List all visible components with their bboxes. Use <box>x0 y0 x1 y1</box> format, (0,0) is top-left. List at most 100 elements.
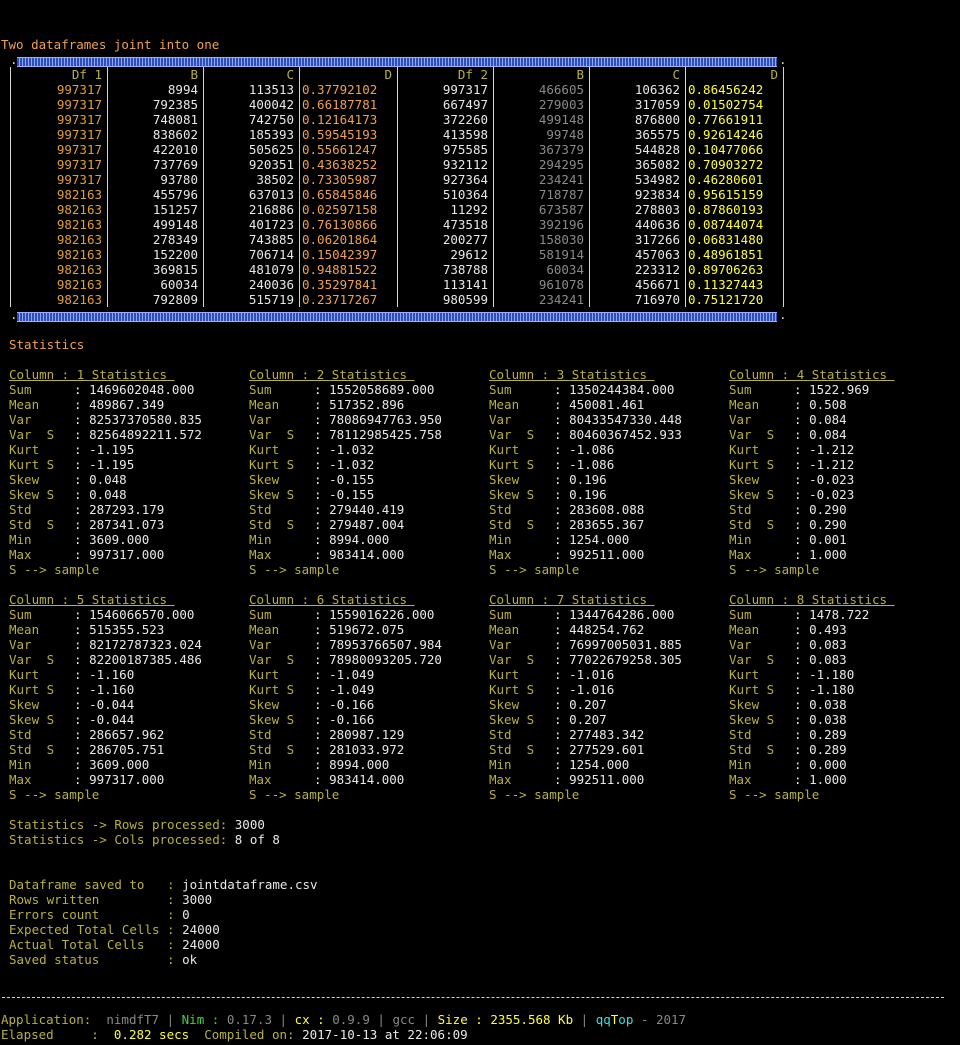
table-cell: 0.73305987 <box>299 172 398 187</box>
table-cell: 365575 <box>589 127 686 142</box>
stat-separator: : <box>314 607 330 622</box>
stat-row: Skew S: -0.166 <box>249 712 484 727</box>
table-cell: 997317 <box>10 82 108 97</box>
stat-row: Std S: 287341.073 <box>9 517 244 532</box>
table-cell: 216886 <box>203 202 300 217</box>
table-cell: 961078 <box>493 277 590 292</box>
stat-value: 77022679258.305 <box>569 652 682 667</box>
stat-label: Var S <box>489 427 535 442</box>
table-cell: 317059 <box>589 97 686 112</box>
stat-label: Kurt S <box>9 682 55 697</box>
table-cell: 365082 <box>589 157 686 172</box>
stat-label: Var S <box>729 652 775 667</box>
stat-separator: : <box>74 772 90 787</box>
stat-label: Skew S <box>489 712 535 727</box>
footer-app-line: Application: nimdfT7 | Nim : 0.17.3 | cx… <box>1 1012 687 1027</box>
table-cell: 667497 <box>397 97 494 112</box>
stat-label: Sum <box>729 382 752 397</box>
table-row: 982163 151257 216886 0.02597158 11292 673587 2… <box>10 202 784 217</box>
table-cell: 38502 <box>203 172 300 187</box>
save-label: Dataframe saved to : <box>9 877 183 892</box>
stat-value: 0.000 <box>809 757 847 772</box>
table-cell: 997317 <box>10 142 108 157</box>
stat-separator: : <box>794 667 810 682</box>
stat-separator: : <box>314 427 330 442</box>
table-cell: 0.75121720 <box>685 292 784 307</box>
table-cell: 0.66187781 <box>299 97 398 112</box>
stat-label: Var S <box>9 652 55 667</box>
sample-note: S --> sample <box>729 562 820 577</box>
footer-size-value: 2355.568 Kb <box>490 1012 574 1027</box>
stat-row: Skew: -0.155 <box>249 472 484 487</box>
rows-processed-line: Statistics -> Rows processed: 3000 <box>9 817 265 832</box>
sample-note: S --> sample <box>489 562 580 577</box>
stat-row: Min: 0.001 <box>729 532 960 547</box>
stat-value: -1.086 <box>569 442 615 457</box>
table-cell: 0.70903272 <box>685 157 784 172</box>
stat-value: 0.290 <box>809 502 847 517</box>
stat-separator: : <box>74 412 90 427</box>
save-value: 24000 <box>182 922 220 937</box>
table-cell: 99748 <box>493 127 590 142</box>
stat-separator: : <box>314 697 330 712</box>
table-cell: 0.87860193 <box>685 202 784 217</box>
stat-row: Kurt S: -1.016 <box>489 682 724 697</box>
column-statistics-title: Column : 4 Statistics <box>729 367 895 382</box>
stat-value: 448254.762 <box>569 622 645 637</box>
stat-row: Var S: 82200187385.486 <box>9 652 244 667</box>
stat-row: Skew: 0.196 <box>489 472 724 487</box>
stat-separator: : <box>794 487 810 502</box>
col-header-d2: D <box>685 67 784 82</box>
table-cell: 473518 <box>397 217 494 232</box>
stat-separator: : <box>74 667 90 682</box>
stat-separator: : <box>314 622 330 637</box>
stat-value: 0.083 <box>809 652 847 667</box>
stat-label: Mean <box>249 397 280 412</box>
sample-note: S --> sample <box>489 787 580 802</box>
stat-label: Kurt <box>9 442 40 457</box>
stat-row: Max: 983414.000 <box>249 772 484 787</box>
stat-row: Var S: 0.083 <box>729 652 960 667</box>
stat-row: Kurt: -1.160 <box>9 667 244 682</box>
stat-value: 1254.000 <box>569 757 630 772</box>
stat-separator: : <box>554 412 570 427</box>
table-cell: 997317 <box>10 127 108 142</box>
footer-brand-qq: qq <box>595 1012 611 1027</box>
stat-row: Max: 1.000 <box>729 547 960 562</box>
stat-label: Max <box>249 547 272 562</box>
table-cell: 544828 <box>589 142 686 157</box>
table-cell: 0.89706263 <box>685 262 784 277</box>
table-cell: 456671 <box>589 277 686 292</box>
table-row: 982163 152200 706714 0.15042397 29612 581914 4… <box>10 247 784 262</box>
stat-row: Std S: 0.289 <box>729 742 960 757</box>
stat-row: Mean: 450081.461 <box>489 397 724 412</box>
stat-separator: : <box>554 442 570 457</box>
save-label: Saved status : <box>9 952 183 967</box>
table-cell: 29612 <box>397 247 494 262</box>
stat-row: Var: 0.083 <box>729 637 960 652</box>
sample-note: S --> sample <box>249 787 340 802</box>
stat-row: Min: 1254.000 <box>489 532 724 547</box>
save-value: 3000 <box>182 892 213 907</box>
table-row: 982163 278349 743885 0.06201864 200277 158030… <box>10 232 784 247</box>
stat-separator: : <box>74 637 90 652</box>
stat-label: Skew <box>9 472 40 487</box>
stat-row: Kurt S: -1.160 <box>9 682 244 697</box>
stat-row: Skew: 0.038 <box>729 697 960 712</box>
stat-value: 1254.000 <box>569 532 630 547</box>
stat-label: Min <box>9 757 32 772</box>
stat-separator: : <box>794 742 810 757</box>
stat-value: 1.000 <box>809 547 847 562</box>
table-cell: 505625 <box>203 142 300 157</box>
stat-row: Kurt: -1.032 <box>249 442 484 457</box>
stat-separator: : <box>314 727 330 742</box>
table-cell: 499148 <box>493 112 590 127</box>
stat-label: Var S <box>489 652 535 667</box>
stat-label: Mean <box>249 622 280 637</box>
stat-value: 283608.088 <box>569 502 645 517</box>
stat-value: 80460367452.933 <box>569 427 682 442</box>
stat-row: Min: 1254.000 <box>489 757 724 772</box>
stat-value: 450081.461 <box>569 397 645 412</box>
stat-value: -1.049 <box>329 667 375 682</box>
stat-label: Sum <box>249 382 272 397</box>
